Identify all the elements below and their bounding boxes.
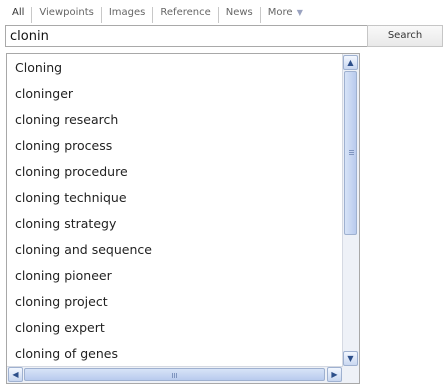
scroll-down-icon[interactable]: ▼ xyxy=(343,351,358,366)
tab-all[interactable]: All xyxy=(10,7,33,23)
tab-more-label: More xyxy=(267,7,293,18)
tab-viewpoints-label: Viewpoints xyxy=(39,7,94,18)
suggestion-item[interactable]: cloning project xyxy=(7,289,341,315)
vertical-scrollbar[interactable]: ▲ ▼ xyxy=(342,54,359,367)
suggestion-item[interactable]: Cloning xyxy=(7,55,341,81)
grip-icon xyxy=(172,373,173,378)
suggestion-item[interactable]: cloning research xyxy=(7,107,341,133)
tab-more[interactable]: More ▼ xyxy=(261,7,310,23)
tab-all-label: All xyxy=(12,7,25,18)
tab-reference-label: Reference xyxy=(160,7,211,18)
suggestion-item[interactable]: cloning procedure xyxy=(7,159,341,185)
suggestion-list: Cloning cloninger cloning research cloni… xyxy=(7,55,341,367)
triangle-down-icon: ▼ xyxy=(296,8,303,17)
tab-images-label: Images xyxy=(108,7,146,18)
suggestion-item[interactable]: cloning and sequence xyxy=(7,237,341,263)
tab-news-label: News xyxy=(225,7,253,18)
suggestion-item[interactable]: cloning strategy xyxy=(7,211,341,237)
search-input[interactable] xyxy=(5,25,367,47)
suggestion-item[interactable]: cloning of genes xyxy=(7,341,341,367)
scrollbar-corner xyxy=(343,367,359,383)
scroll-up-icon[interactable]: ▲ xyxy=(343,55,358,70)
tab-reference[interactable]: Reference xyxy=(153,7,219,23)
tab-images[interactable]: Images xyxy=(102,7,154,23)
tab-viewpoints[interactable]: Viewpoints xyxy=(32,7,102,23)
suggestion-item[interactable]: cloning expert xyxy=(7,315,341,341)
suggestion-item[interactable]: cloninger xyxy=(7,81,341,107)
scroll-right-icon[interactable]: ▶ xyxy=(327,367,342,382)
suggestion-item[interactable]: cloning process xyxy=(7,133,341,159)
search-vertical-tabs: All Viewpoints Images Reference News Mor… xyxy=(10,7,310,23)
search-button[interactable]: Search xyxy=(367,25,443,47)
autocomplete-dropdown: Cloning cloninger cloning research cloni… xyxy=(6,53,360,384)
horizontal-scrollbar[interactable]: ◀ ▶ xyxy=(7,366,343,383)
scroll-left-icon[interactable]: ◀ xyxy=(8,367,23,382)
vertical-scroll-thumb[interactable] xyxy=(344,71,357,235)
search-bar: Search xyxy=(5,25,443,47)
tab-news[interactable]: News xyxy=(219,7,261,23)
suggestion-item[interactable]: cloning technique xyxy=(7,185,341,211)
suggestion-item[interactable]: cloning pioneer xyxy=(7,263,341,289)
horizontal-scroll-thumb[interactable] xyxy=(24,368,325,381)
grip-icon xyxy=(349,150,354,151)
